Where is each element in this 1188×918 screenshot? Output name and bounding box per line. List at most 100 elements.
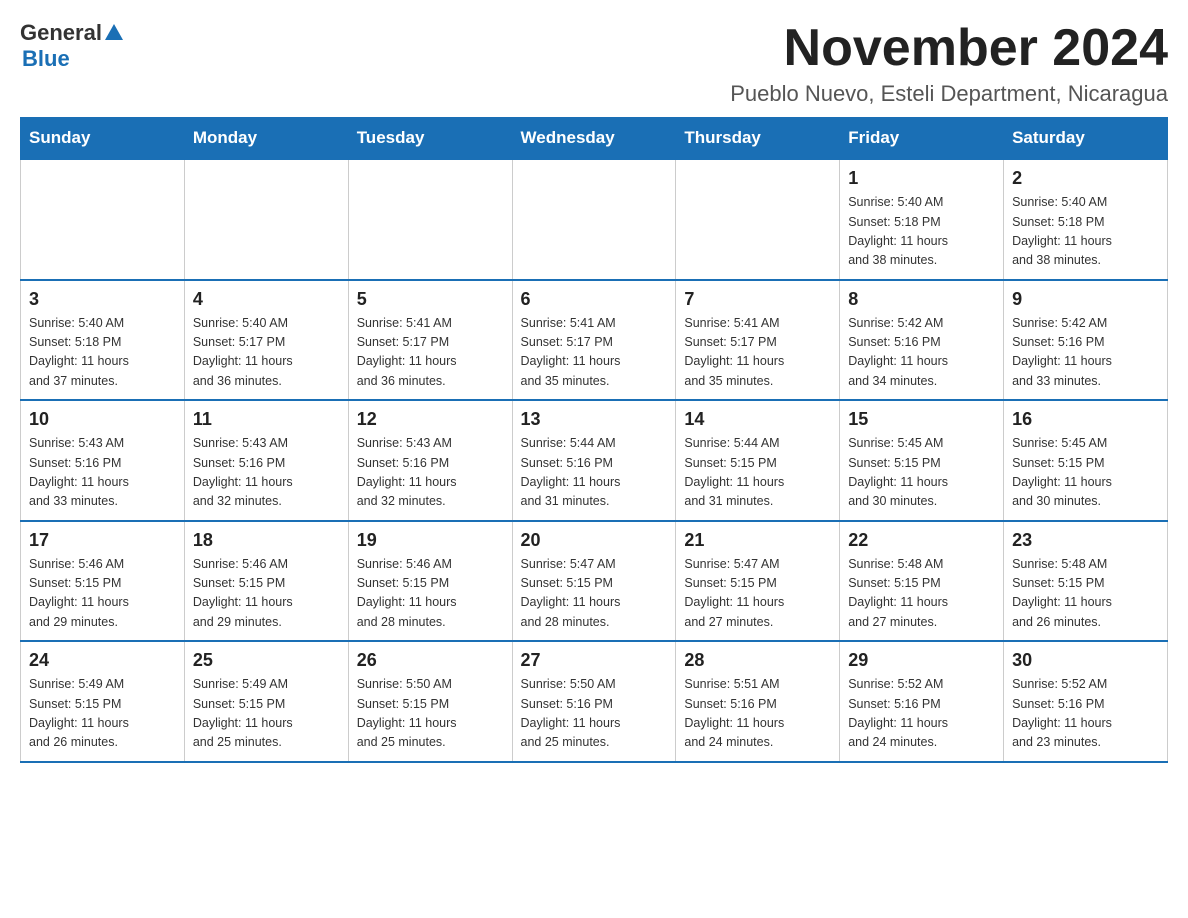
calendar-cell: 17 Sunrise: 5:46 AM Sunset: 5:15 PM Dayli… <box>21 521 185 642</box>
calendar-week-row: 10 Sunrise: 5:43 AM Sunset: 5:16 PM Dayli… <box>21 400 1168 521</box>
day-info: Sunrise: 5:44 AM Sunset: 5:15 PM Dayligh… <box>684 434 831 512</box>
calendar-cell: 3 Sunrise: 5:40 AM Sunset: 5:18 PM Daylig… <box>21 280 185 401</box>
day-number: 5 <box>357 289 504 310</box>
calendar-cell: 22 Sunrise: 5:48 AM Sunset: 5:15 PM Dayli… <box>840 521 1004 642</box>
day-info: Sunrise: 5:40 AM Sunset: 5:18 PM Dayligh… <box>1012 193 1159 271</box>
day-number: 25 <box>193 650 340 671</box>
day-info: Sunrise: 5:45 AM Sunset: 5:15 PM Dayligh… <box>848 434 995 512</box>
day-header-tuesday: Tuesday <box>348 118 512 160</box>
calendar-cell <box>21 159 185 280</box>
day-number: 1 <box>848 168 995 189</box>
day-info: Sunrise: 5:42 AM Sunset: 5:16 PM Dayligh… <box>848 314 995 392</box>
day-number: 13 <box>521 409 668 430</box>
day-info: Sunrise: 5:40 AM Sunset: 5:18 PM Dayligh… <box>29 314 176 392</box>
day-number: 30 <box>1012 650 1159 671</box>
day-number: 16 <box>1012 409 1159 430</box>
calendar-cell: 12 Sunrise: 5:43 AM Sunset: 5:16 PM Dayli… <box>348 400 512 521</box>
day-info: Sunrise: 5:41 AM Sunset: 5:17 PM Dayligh… <box>357 314 504 392</box>
day-number: 28 <box>684 650 831 671</box>
day-header-thursday: Thursday <box>676 118 840 160</box>
day-info: Sunrise: 5:51 AM Sunset: 5:16 PM Dayligh… <box>684 675 831 753</box>
day-info: Sunrise: 5:46 AM Sunset: 5:15 PM Dayligh… <box>357 555 504 633</box>
logo: General Blue <box>20 20 123 72</box>
calendar-cell: 26 Sunrise: 5:50 AM Sunset: 5:15 PM Dayli… <box>348 641 512 762</box>
day-info: Sunrise: 5:45 AM Sunset: 5:15 PM Dayligh… <box>1012 434 1159 512</box>
calendar-cell: 5 Sunrise: 5:41 AM Sunset: 5:17 PM Daylig… <box>348 280 512 401</box>
day-info: Sunrise: 5:48 AM Sunset: 5:15 PM Dayligh… <box>848 555 995 633</box>
day-info: Sunrise: 5:50 AM Sunset: 5:15 PM Dayligh… <box>357 675 504 753</box>
day-number: 26 <box>357 650 504 671</box>
calendar-cell: 4Sunrise: 5:40 AM Sunset: 5:17 PM Daylig… <box>184 280 348 401</box>
calendar-cell <box>184 159 348 280</box>
day-number: 6 <box>521 289 668 310</box>
day-header-sunday: Sunday <box>21 118 185 160</box>
day-number: 23 <box>1012 530 1159 551</box>
calendar-cell: 1Sunrise: 5:40 AM Sunset: 5:18 PM Daylig… <box>840 159 1004 280</box>
day-number: 22 <box>848 530 995 551</box>
calendar-cell: 28 Sunrise: 5:51 AM Sunset: 5:16 PM Dayli… <box>676 641 840 762</box>
calendar-cell: 18Sunrise: 5:46 AM Sunset: 5:15 PM Dayli… <box>184 521 348 642</box>
calendar-table: SundayMondayTuesdayWednesdayThursdayFrid… <box>20 117 1168 763</box>
calendar-cell: 16 Sunrise: 5:45 AM Sunset: 5:15 PM Dayli… <box>1004 400 1168 521</box>
calendar-header-row: SundayMondayTuesdayWednesdayThursdayFrid… <box>21 118 1168 160</box>
day-info: Sunrise: 5:52 AM Sunset: 5:16 PM Dayligh… <box>1012 675 1159 753</box>
day-number: 20 <box>521 530 668 551</box>
month-title: November 2024 <box>730 20 1168 77</box>
day-info: Sunrise: 5:40 AM Sunset: 5:17 PM Dayligh… <box>193 314 340 392</box>
day-number: 10 <box>29 409 176 430</box>
calendar-cell: 21 Sunrise: 5:47 AM Sunset: 5:15 PM Dayli… <box>676 521 840 642</box>
calendar-cell <box>512 159 676 280</box>
day-number: 15 <box>848 409 995 430</box>
calendar-week-row: 1 Sunrise: 5:40 AM Sunset: 5:18 PM Daylig… <box>21 159 1168 280</box>
calendar-cell: 23Sunrise: 5:48 AM Sunset: 5:15 PM Dayli… <box>1004 521 1168 642</box>
day-info: Sunrise: 5:41 AM Sunset: 5:17 PM Dayligh… <box>684 314 831 392</box>
calendar-cell: 27 Sunrise: 5:50 AM Sunset: 5:16 PM Dayli… <box>512 641 676 762</box>
logo-triangle-icon <box>105 24 123 40</box>
day-header-friday: Friday <box>840 118 1004 160</box>
day-info: Sunrise: 5:47 AM Sunset: 5:15 PM Dayligh… <box>684 555 831 633</box>
calendar-cell <box>348 159 512 280</box>
day-info: Sunrise: 5:46 AM Sunset: 5:15 PM Dayligh… <box>29 555 176 633</box>
day-number: 2 <box>1012 168 1159 189</box>
day-number: 24 <box>29 650 176 671</box>
day-number: 18 <box>193 530 340 551</box>
day-number: 27 <box>521 650 668 671</box>
day-info: Sunrise: 5:43 AM Sunset: 5:16 PM Dayligh… <box>29 434 176 512</box>
day-number: 8 <box>848 289 995 310</box>
header: General Blue November 2024 Pueblo Nuevo,… <box>20 20 1168 107</box>
day-header-wednesday: Wednesday <box>512 118 676 160</box>
day-number: 3 <box>29 289 176 310</box>
day-number: 12 <box>357 409 504 430</box>
day-number: 17 <box>29 530 176 551</box>
title-block: November 2024 Pueblo Nuevo, Esteli Depar… <box>730 20 1168 107</box>
logo-blue: Blue <box>22 46 70 72</box>
calendar-cell: 15 Sunrise: 5:45 AM Sunset: 5:15 PM Dayli… <box>840 400 1004 521</box>
day-number: 9 <box>1012 289 1159 310</box>
calendar-week-row: 3 Sunrise: 5:40 AM Sunset: 5:18 PM Daylig… <box>21 280 1168 401</box>
calendar-week-row: 17 Sunrise: 5:46 AM Sunset: 5:15 PM Dayli… <box>21 521 1168 642</box>
day-number: 7 <box>684 289 831 310</box>
calendar-cell: 6 Sunrise: 5:41 AM Sunset: 5:17 PM Daylig… <box>512 280 676 401</box>
day-info: Sunrise: 5:50 AM Sunset: 5:16 PM Dayligh… <box>521 675 668 753</box>
location-title: Pueblo Nuevo, Esteli Department, Nicarag… <box>730 81 1168 107</box>
calendar-cell: 25Sunrise: 5:49 AM Sunset: 5:15 PM Dayli… <box>184 641 348 762</box>
calendar-cell: 2 Sunrise: 5:40 AM Sunset: 5:18 PM Daylig… <box>1004 159 1168 280</box>
day-info: Sunrise: 5:41 AM Sunset: 5:17 PM Dayligh… <box>521 314 668 392</box>
calendar-week-row: 24Sunrise: 5:49 AM Sunset: 5:15 PM Dayli… <box>21 641 1168 762</box>
day-info: Sunrise: 5:44 AM Sunset: 5:16 PM Dayligh… <box>521 434 668 512</box>
day-info: Sunrise: 5:43 AM Sunset: 5:16 PM Dayligh… <box>357 434 504 512</box>
day-number: 21 <box>684 530 831 551</box>
calendar-cell: 13 Sunrise: 5:44 AM Sunset: 5:16 PM Dayli… <box>512 400 676 521</box>
calendar-cell: 8 Sunrise: 5:42 AM Sunset: 5:16 PM Daylig… <box>840 280 1004 401</box>
day-number: 19 <box>357 530 504 551</box>
day-number: 29 <box>848 650 995 671</box>
calendar-cell: 24Sunrise: 5:49 AM Sunset: 5:15 PM Dayli… <box>21 641 185 762</box>
calendar-cell: 30 Sunrise: 5:52 AM Sunset: 5:16 PM Dayli… <box>1004 641 1168 762</box>
day-info: Sunrise: 5:47 AM Sunset: 5:15 PM Dayligh… <box>521 555 668 633</box>
day-header-monday: Monday <box>184 118 348 160</box>
calendar-cell <box>676 159 840 280</box>
logo-general: General <box>20 20 102 46</box>
calendar-cell: 7 Sunrise: 5:41 AM Sunset: 5:17 PM Daylig… <box>676 280 840 401</box>
calendar-cell: 20 Sunrise: 5:47 AM Sunset: 5:15 PM Dayli… <box>512 521 676 642</box>
calendar-cell: 14Sunrise: 5:44 AM Sunset: 5:15 PM Dayli… <box>676 400 840 521</box>
